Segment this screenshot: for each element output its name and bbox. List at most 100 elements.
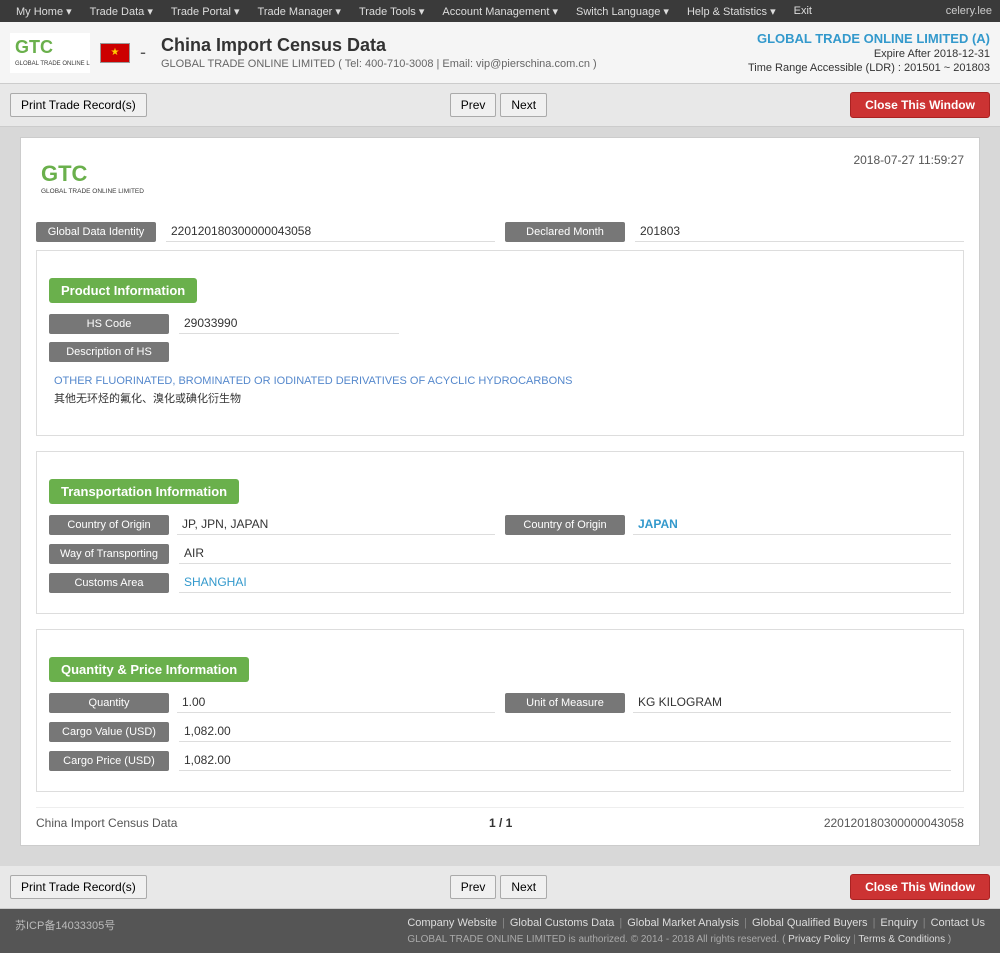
page-footer: 苏ICP备14033305号 Company Website | Global … xyxy=(0,909,1000,953)
hs-code-row: HS Code 29033990 xyxy=(49,313,951,334)
logged-in-user: celery.lee xyxy=(946,5,992,17)
footer-left-text: China Import Census Data xyxy=(36,816,177,830)
country-origin-right: Country of Origin JAPAN xyxy=(505,514,951,535)
qty-price-section: Quantity & Price Information Quantity 1.… xyxy=(36,629,964,792)
country-origin-label: Country of Origin xyxy=(49,515,169,535)
footer-right-id: 220120180300000043058 xyxy=(824,816,964,830)
nav-items: My Home ▾ Trade Data ▾ Trade Portal ▾ Tr… xyxy=(8,0,820,22)
global-data-identity-value: 220120180300000043058 xyxy=(166,221,495,242)
way-transport-row: Way of Transporting AIR xyxy=(49,543,951,564)
nav-switch-language[interactable]: Switch Language ▾ xyxy=(568,0,677,22)
unit-measure-right: Unit of Measure KG KILOGRAM xyxy=(505,692,951,713)
time-range-info: Time Range Accessible (LDR) : 201501 ~ 2… xyxy=(748,62,990,74)
customs-area-row: Customs Area SHANGHAI xyxy=(49,572,951,593)
cargo-value-row: Cargo Value (USD) 1,082.00 xyxy=(49,721,951,742)
nav-buttons: Prev Next xyxy=(450,93,547,117)
print-button[interactable]: Print Trade Record(s) xyxy=(10,93,147,117)
footer-link-company[interactable]: Company Website xyxy=(407,917,497,929)
nav-buttons-bottom: Prev Next xyxy=(450,875,547,899)
nav-trade-data[interactable]: Trade Data ▾ xyxy=(82,0,161,22)
hs-desc-english: OTHER FLUORINATED, BROMINATED OR IODINAT… xyxy=(54,375,946,387)
footer-links-area: Company Website | Global Customs Data | … xyxy=(407,917,985,945)
hs-code-value: 29033990 xyxy=(179,313,399,334)
cargo-value-label: Cargo Value (USD) xyxy=(49,722,169,742)
footer-copyright: GLOBAL TRADE ONLINE LIMITED is authorize… xyxy=(407,934,985,945)
footer-link-customs[interactable]: Global Customs Data xyxy=(510,917,615,929)
record-header: GTC GLOBAL TRADE ONLINE LIMITED 2018-07-… xyxy=(36,153,964,206)
record-footer: China Import Census Data 1 / 1 220120180… xyxy=(36,807,964,830)
prev-button[interactable]: Prev xyxy=(450,93,497,117)
country-origin-value: JP, JPN, JAPAN xyxy=(177,514,495,535)
svg-text:GTC: GTC xyxy=(15,37,53,57)
nav-account-management[interactable]: Account Management ▾ xyxy=(434,0,566,22)
transport-section-header: Transportation Information xyxy=(49,479,239,504)
country-origin-left: Country of Origin JP, JPN, JAPAN xyxy=(49,514,495,535)
quantity-left: Quantity 1.00 xyxy=(49,692,495,713)
footer-terms-link[interactable]: Terms & Conditions xyxy=(858,934,945,945)
company-logo: GTC GLOBAL TRADE ONLINE LIMITED xyxy=(10,30,90,75)
desc-hs-row: Description of HS xyxy=(49,342,951,362)
gto-link[interactable]: GLOBAL TRADE ONLINE LIMITED (A) xyxy=(748,31,990,46)
top-navigation: My Home ▾ Trade Data ▾ Trade Portal ▾ Tr… xyxy=(0,0,1000,22)
quantity-value: 1.00 xyxy=(177,692,495,713)
hs-desc-chinese: 其他无环烃的氟化、溴化或碘化衍生物 xyxy=(54,390,946,406)
nav-trade-manager[interactable]: Trade Manager ▾ xyxy=(250,0,349,22)
record-logo: GTC GLOBAL TRADE ONLINE LIMITED xyxy=(36,153,156,206)
next-button-bottom[interactable]: Next xyxy=(500,875,547,899)
quantity-label: Quantity xyxy=(49,693,169,713)
country-origin-value2: JAPAN xyxy=(633,514,951,535)
toolbar-bottom-left: Print Trade Record(s) xyxy=(10,875,147,899)
svg-text:GLOBAL TRADE ONLINE LIMITED: GLOBAL TRADE ONLINE LIMITED xyxy=(15,61,90,67)
cargo-value-value: 1,082.00 xyxy=(179,721,951,742)
product-section-header: Product Information xyxy=(49,278,197,303)
header-left: GTC GLOBAL TRADE ONLINE LIMITED ★ - Chin… xyxy=(10,30,597,75)
way-transport-label: Way of Transporting xyxy=(49,544,169,564)
cargo-price-label: Cargo Price (USD) xyxy=(49,751,169,771)
cargo-price-row: Cargo Price (USD) 1,082.00 xyxy=(49,750,951,771)
quantity-row: Quantity 1.00 Unit of Measure KG KILOGRA… xyxy=(49,692,951,713)
prev-button-bottom[interactable]: Prev xyxy=(450,875,497,899)
nav-trade-portal[interactable]: Trade Portal ▾ xyxy=(163,0,248,22)
nav-my-home[interactable]: My Home ▾ xyxy=(8,0,80,22)
footer-link-contact[interactable]: Contact Us xyxy=(931,917,985,929)
customs-area-value: SHANGHAI xyxy=(179,572,951,593)
page-title: China Import Census Data xyxy=(161,35,597,56)
global-data-identity-row: Global Data Identity 2201201803000000430… xyxy=(36,221,964,242)
footer-paren-close: ) xyxy=(948,934,951,945)
country-origin-row: Country of Origin JP, JPN, JAPAN Country… xyxy=(49,514,951,535)
title-dash: - xyxy=(140,42,146,63)
global-data-identity-label: Global Data Identity xyxy=(36,222,156,242)
next-button[interactable]: Next xyxy=(500,93,547,117)
nav-trade-tools[interactable]: Trade Tools ▾ xyxy=(351,0,432,22)
unit-measure-value: KG KILOGRAM xyxy=(633,692,951,713)
header-right: GLOBAL TRADE ONLINE LIMITED (A) Expire A… xyxy=(748,31,990,74)
nav-help-statistics[interactable]: Help & Statistics ▾ xyxy=(679,0,784,22)
svg-text:GTC: GTC xyxy=(41,161,88,186)
svg-text:GLOBAL TRADE ONLINE LIMITED: GLOBAL TRADE ONLINE LIMITED xyxy=(41,188,144,195)
hs-code-label: HS Code xyxy=(49,314,169,334)
country-flag: ★ xyxy=(100,43,130,63)
toolbar-top: Print Trade Record(s) Prev Next Close Th… xyxy=(0,84,1000,127)
main-content: GTC GLOBAL TRADE ONLINE LIMITED 2018-07-… xyxy=(0,127,1000,866)
way-transport-value: AIR xyxy=(179,543,951,564)
header-title-area: China Import Census Data GLOBAL TRADE ON… xyxy=(161,35,597,70)
transport-info-section: Transportation Information Country of Or… xyxy=(36,451,964,614)
footer-row: 苏ICP备14033305号 Company Website | Global … xyxy=(15,917,985,945)
icp-number: 苏ICP备14033305号 xyxy=(15,917,115,945)
record-timestamp: 2018-07-27 11:59:27 xyxy=(853,153,964,167)
footer-link-buyers[interactable]: Global Qualified Buyers xyxy=(752,917,868,929)
qty-section-header: Quantity & Price Information xyxy=(49,657,249,682)
product-info-section: Product Information HS Code 29033990 Des… xyxy=(36,250,964,436)
footer-pagination: 1 / 1 xyxy=(489,816,512,830)
customs-area-label: Customs Area xyxy=(49,573,169,593)
footer-link-enquiry[interactable]: Enquiry xyxy=(880,917,917,929)
flag-star: ★ xyxy=(111,47,120,58)
print-button-bottom[interactable]: Print Trade Record(s) xyxy=(10,875,147,899)
cargo-price-value: 1,082.00 xyxy=(179,750,951,771)
close-window-button-bottom[interactable]: Close This Window xyxy=(850,874,990,900)
unit-measure-label: Unit of Measure xyxy=(505,693,625,713)
nav-exit[interactable]: Exit xyxy=(786,0,820,22)
footer-link-market[interactable]: Global Market Analysis xyxy=(627,917,739,929)
close-window-button[interactable]: Close This Window xyxy=(850,92,990,118)
footer-privacy-link[interactable]: Privacy Policy xyxy=(788,934,850,945)
